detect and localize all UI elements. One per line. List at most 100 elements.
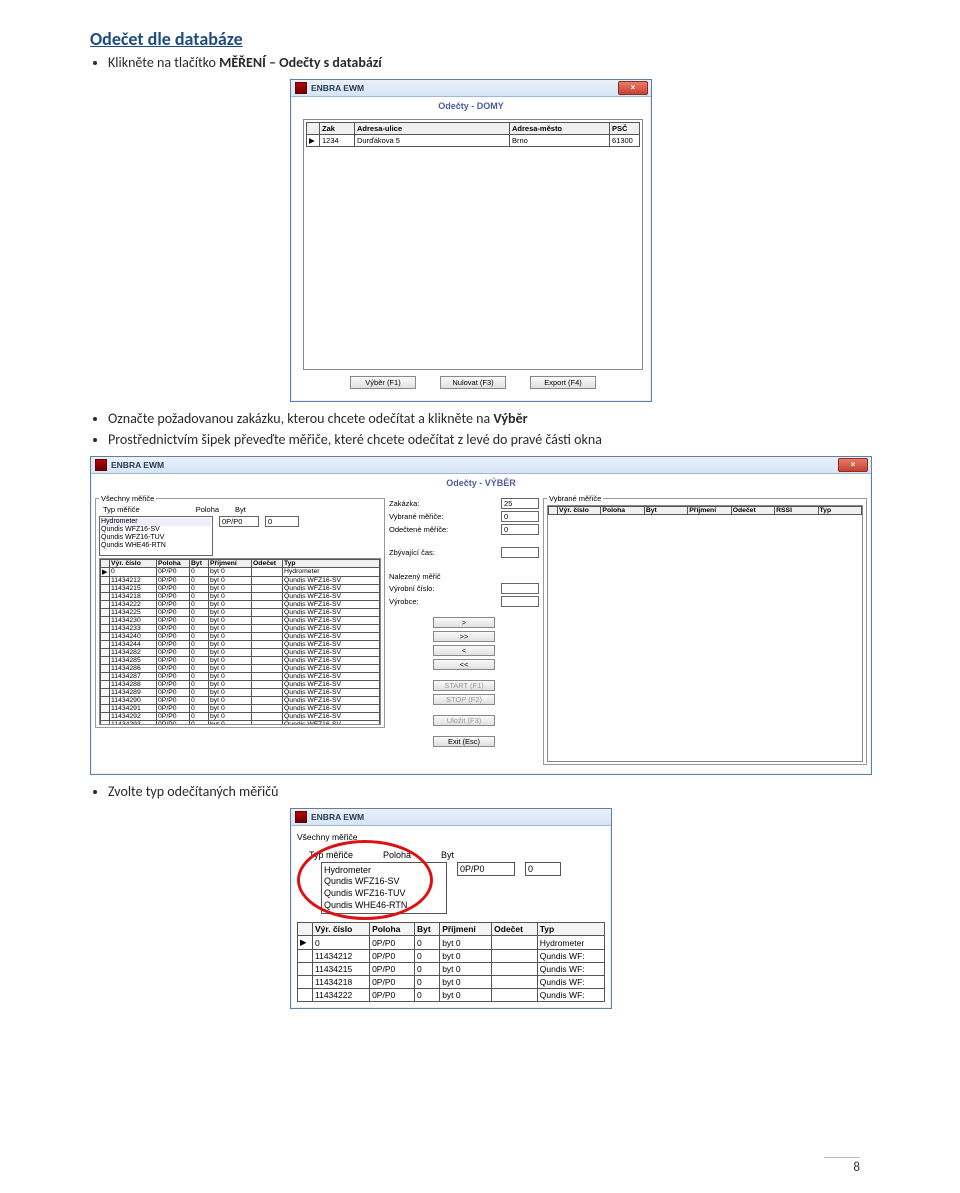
table-row[interactable]: 114342910P/P00byt 0Qundis WFZ16-SV (101, 704, 380, 712)
cell: 11434287 (110, 672, 157, 680)
odectene-value: 0 (501, 524, 539, 535)
list-item[interactable]: Hydrometer (101, 518, 211, 526)
start-button[interactable]: START (F1) (433, 680, 495, 691)
close-button[interactable]: × (618, 81, 648, 95)
move-all-right-button[interactable]: >> (433, 631, 495, 642)
list-item[interactable]: Qundis WHE46-RTN (324, 900, 444, 912)
table-row[interactable]: 114342180P/P00byt 0Qundis WF: (298, 976, 605, 989)
table-row[interactable]: 114342220P/P00byt 0Qundis WF: (298, 989, 605, 1002)
cell: ▶ (101, 567, 110, 576)
table-row[interactable]: ▶00P/P00byt 0Hydrometer (298, 936, 605, 950)
meters-grid[interactable]: Výr. číslo Poloha Byt Příjmení Odečet Ty… (297, 922, 605, 1002)
table-row[interactable]: 114342440P/P00byt 0Qundis WFZ16-SV (101, 640, 380, 648)
table-row[interactable]: 114342920P/P00byt 0Qundis WFZ16-SV (101, 712, 380, 720)
cell: 0 (190, 600, 209, 608)
table-row[interactable]: 114342400P/P00byt 0Qundis WFZ16-SV (101, 632, 380, 640)
list-item[interactable]: Qundis WFZ16-SV (101, 526, 211, 534)
cell: Qundis WF: (537, 963, 604, 976)
table-row[interactable]: 114342860P/P00byt 0Qundis WFZ16-SV (101, 664, 380, 672)
poloha-input[interactable]: 0P/P0 (219, 516, 259, 527)
move-right-button[interactable]: > (433, 617, 495, 628)
table-row[interactable]: 114342150P/P00byt 0Qundis WFZ16-SV (101, 584, 380, 592)
move-left-button[interactable]: < (433, 645, 495, 656)
nulovat-button[interactable]: Nulovat (F3) (440, 376, 506, 389)
cell (298, 950, 313, 963)
table-row[interactable]: 114342120P/P00byt 0Qundis WFZ16-SV (101, 576, 380, 584)
titlebar[interactable]: ENBRA EWM × (291, 80, 651, 97)
cell (101, 696, 110, 704)
table-row[interactable]: 114342150P/P00byt 0Qundis WF: (298, 963, 605, 976)
cell: Qundis WFZ16-SV (283, 712, 380, 720)
cell: 0 (190, 664, 209, 672)
right-meters-grid[interactable]: Výr. číslo Poloha Byt Příjmení Odečet RS… (547, 505, 863, 762)
list-item[interactable]: Hydrometer (324, 865, 444, 877)
left-meters-grid[interactable]: Výr. číslo Poloha Byt Příjmení Odečet Ty… (99, 558, 381, 725)
stop-button[interactable]: STOP (F2) (433, 694, 495, 705)
byt-input[interactable]: 0 (525, 862, 561, 876)
list-item[interactable]: Qundis WFZ16-TUV (324, 888, 444, 900)
table-row[interactable]: 114342820P/P00byt 0Qundis WFZ16-SV (101, 648, 380, 656)
lbl-vybrane: Vybrané měřiče: (389, 512, 443, 521)
app-logo-icon (295, 82, 307, 94)
table-header: Výr. číslo Poloha Byt Příjmení Odečet Ty… (101, 559, 380, 567)
vyrobce-value (501, 596, 539, 607)
table-row[interactable]: 114342180P/P00byt 0Qundis WFZ16-SV (101, 592, 380, 600)
cell: 11434291 (110, 704, 157, 712)
table-row[interactable]: 114342930P/P00byt 0Qundis WFZ16-SV (101, 720, 380, 725)
list-item[interactable]: Qundis WFZ16-SV (324, 876, 444, 888)
table-row[interactable]: 114342900P/P00byt 0Qundis WFZ16-SV (101, 696, 380, 704)
app-title: ENBRA EWM (111, 460, 164, 470)
domy-table[interactable]: Zak Adresa-ulice Adresa-město PSČ ▶ 1234… (306, 122, 640, 147)
table-row[interactable]: 114342120P/P00byt 0Qundis WF: (298, 950, 605, 963)
list-item[interactable]: Qundis WFZ16-TUV (101, 534, 211, 542)
cell: byt 0 (209, 664, 252, 672)
cell (101, 672, 110, 680)
col-ulice: Adresa-ulice (355, 122, 510, 134)
table-row[interactable]: 114342890P/P00byt 0Qundis WFZ16-SV (101, 688, 380, 696)
export-button[interactable]: Export (F4) (530, 376, 596, 389)
table-row[interactable]: 114342880P/P00byt 0Qundis WFZ16-SV (101, 680, 380, 688)
cell: byt 0 (209, 640, 252, 648)
table-row[interactable]: 114342330P/P00byt 0Qundis WFZ16-SV (101, 624, 380, 632)
table-row[interactable]: 114342300P/P00byt 0Qundis WFZ16-SV (101, 616, 380, 624)
bullet-1-bold: MĚŘENÍ – Odečty s databází (219, 54, 382, 71)
cell: 0P/P0 (157, 712, 190, 720)
cell: 0 (190, 608, 209, 616)
window-odecty-domy: ENBRA EWM × Odečty - DOMY Zak Adresa-uli… (290, 79, 652, 402)
app-title: ENBRA EWM (311, 83, 364, 93)
typ-listbox[interactable]: Hydrometer Qundis WFZ16-SV Qundis WFZ16-… (99, 516, 213, 556)
table-row[interactable]: 114342850P/P00byt 0Qundis WFZ16-SV (101, 656, 380, 664)
byt-input[interactable]: 0 (265, 516, 299, 527)
exit-button[interactable]: Exit (Esc) (433, 736, 495, 747)
cell: 11434290 (110, 696, 157, 704)
cell (492, 950, 538, 963)
table-row[interactable]: 114342250P/P00byt 0Qundis WFZ16-SV (101, 608, 380, 616)
table-row[interactable]: ▶ 1234 Durďákova 5 Brno 61300 (307, 134, 640, 146)
bullet-2-pre: Označte požadovanou zakázku, kterou chce… (108, 410, 493, 427)
close-button[interactable]: × (838, 458, 868, 472)
titlebar[interactable]: ENBRA EWM × (91, 457, 871, 474)
table-row[interactable]: 114342220P/P00byt 0Qundis WFZ16-SV (101, 600, 380, 608)
cell: 0P/P0 (157, 696, 190, 704)
cell-psc: 61300 (610, 134, 640, 146)
cell: 0P/P0 (370, 950, 415, 963)
move-all-left-button[interactable]: << (433, 659, 495, 670)
typ-listbox[interactable]: Hydrometer Qundis WFZ16-SV Qundis WFZ16-… (321, 862, 447, 915)
zakazka-value: 25 (501, 498, 539, 509)
cell: 0P/P0 (157, 632, 190, 640)
vyber-button[interactable]: Výběr (F1) (350, 376, 416, 389)
table-row[interactable]: ▶00P/P00byt 0Hydrometer (101, 567, 380, 576)
cell: 11434282 (110, 648, 157, 656)
titlebar[interactable]: ENBRA EWM (291, 809, 611, 826)
table-row[interactable]: 114342870P/P00byt 0Qundis WFZ16-SV (101, 672, 380, 680)
ulozit-button[interactable]: Uložit (F3) (433, 715, 495, 726)
cell: byt 0 (440, 976, 492, 989)
cell (101, 688, 110, 696)
cell (101, 592, 110, 600)
poloha-input[interactable]: 0P/P0 (457, 862, 515, 876)
cell: 11434212 (313, 950, 370, 963)
list-item[interactable]: Qundis WHE46-RTN (101, 542, 211, 550)
cell (492, 976, 538, 989)
cell: 11434215 (110, 584, 157, 592)
cell (252, 584, 283, 592)
